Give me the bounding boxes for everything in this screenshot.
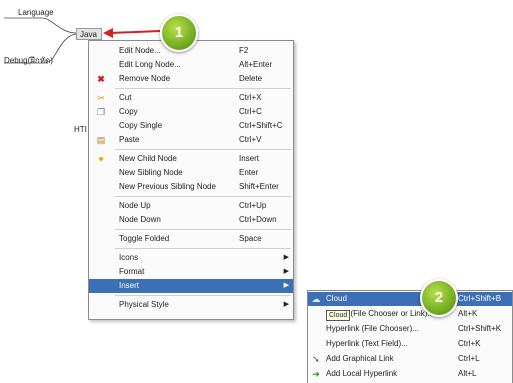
menu-item-new-previous-sibling-node[interactable]: New Previous Sibling Node Shift+Enter xyxy=(89,180,293,194)
menu-item-label: Edit Node... xyxy=(119,46,161,55)
menu-item-shortcut: Space xyxy=(239,234,262,243)
menu-item-cut[interactable]: ✂ Cut Ctrl+X xyxy=(89,91,293,105)
menu-item-shortcut: Ctrl+X xyxy=(239,93,262,102)
menu-item-label: New Child Node xyxy=(119,154,177,163)
submenu-item-add-graphical-link[interactable]: ➘ Add Graphical Link Ctrl+L xyxy=(308,352,512,366)
menu-item-label: Paste xyxy=(119,135,140,144)
menu-item-shortcut: Alt+Enter xyxy=(239,60,273,69)
menu-item-label: Copy xyxy=(119,107,138,116)
node-context-menu: Edit Node... F2 Edit Long Node... Alt+En… xyxy=(88,40,294,320)
menu-separator xyxy=(115,295,291,296)
menu-item-copy-single[interactable]: Copy Single Ctrl+Shift+C xyxy=(89,119,293,133)
menu-item-label: Copy Single xyxy=(119,121,163,130)
submenu-item-hyperlink-text-field[interactable]: Hyperlink (Text Field)... Ctrl+K xyxy=(308,337,512,351)
submenu-item-cloud[interactable]: ☁ Cloud Ctrl+Shift+B xyxy=(308,292,512,306)
submenu-arrow-icon: ▶ xyxy=(283,301,289,308)
menu-item-shortcut: Ctrl+V xyxy=(239,135,262,144)
menu-item-node-up[interactable]: Node Up Ctrl+Up xyxy=(89,199,293,213)
menu-item-label: Hyperlink (File Chooser)... xyxy=(326,324,419,333)
menu-separator xyxy=(115,248,291,249)
menu-item-label: Add Local Hyperlink xyxy=(326,369,398,378)
menu-item-toggle-folded[interactable]: Toggle Folded Space xyxy=(89,232,293,246)
node-java[interactable]: Java xyxy=(76,28,102,40)
annotation-badge-1: 1 xyxy=(160,14,198,52)
menu-item-label: Cut xyxy=(119,93,132,102)
menu-item-edit-long-node[interactable]: Edit Long Node... Alt+Enter xyxy=(89,58,293,72)
menu-item-shortcut: Insert xyxy=(239,154,260,163)
menu-item-new-sibling-node[interactable]: New Sibling Node Enter xyxy=(89,166,293,180)
annotation-arrowhead-1 xyxy=(103,28,113,38)
menu-separator xyxy=(115,229,291,230)
menu-item-shortcut: Ctrl+Shift+B xyxy=(458,294,502,303)
local-link-icon: ➜ xyxy=(312,369,320,379)
node-debug[interactable]: Debug(ฝึกหัด) xyxy=(4,54,53,67)
edge-language xyxy=(41,17,77,34)
menu-item-shortcut: Ctrl+C xyxy=(239,107,262,116)
menu-item-label: New Sibling Node xyxy=(119,168,183,177)
menu-item-physical-style[interactable]: Physical Style ▶ xyxy=(89,298,293,312)
menu-item-label: Node Up xyxy=(119,201,151,210)
submenu-item-add-local-hyperlink[interactable]: ➜ Add Local Hyperlink Alt+L xyxy=(308,367,512,381)
cloud-icon: ☁ xyxy=(311,294,321,304)
menu-item-paste[interactable]: ▤ Paste Ctrl+V xyxy=(89,133,293,147)
menu-item-label: Add Graphical Link xyxy=(326,354,394,363)
menu-separator xyxy=(115,196,291,197)
menu-item-insert[interactable]: Insert ▶ xyxy=(89,279,293,293)
menu-item-label: Physical Style xyxy=(119,300,169,309)
annotation-arrow-1 xyxy=(109,30,161,34)
cut-icon: ✂ xyxy=(97,93,105,103)
bulb-icon: ♥ xyxy=(98,154,104,164)
menu-item-remove-node[interactable]: ✖ Remove Node Delete xyxy=(89,72,293,86)
menu-separator xyxy=(115,88,291,89)
submenu-item-hyperlink-file-chooser[interactable]: Hyperlink (File Chooser)... Ctrl+Shift+K xyxy=(308,322,512,336)
menu-item-shortcut: Alt+L xyxy=(458,369,477,378)
menu-item-label: Edit Long Node... xyxy=(119,60,181,69)
submenu-arrow-icon: ▶ xyxy=(283,282,289,289)
node-html-partial[interactable]: HTI xyxy=(74,125,87,134)
menu-item-shortcut: Ctrl+K xyxy=(458,339,481,348)
menu-item-icons[interactable]: Icons ▶ xyxy=(89,251,293,265)
menu-item-label: Insert xyxy=(119,281,140,290)
copy-icon: ❐ xyxy=(96,107,106,117)
menu-item-shortcut: Delete xyxy=(239,74,263,83)
menu-item-label: Toggle Folded xyxy=(119,234,170,243)
annotation-badge-2: 2 xyxy=(420,279,458,317)
menu-item-shortcut: F2 xyxy=(239,46,249,55)
menu-item-shortcut: Shift+Enter xyxy=(239,182,279,191)
cloud-tooltip: Cloud xyxy=(326,310,351,321)
node-language[interactable]: Language xyxy=(18,8,54,17)
remove-icon: ✖ xyxy=(97,74,105,84)
menu-item-format[interactable]: Format ▶ xyxy=(89,265,293,279)
paste-icon: ▤ xyxy=(96,135,106,145)
menu-item-shortcut: Ctrl+L xyxy=(458,354,480,363)
menu-item-shortcut: Ctrl+Down xyxy=(239,215,277,224)
menu-item-shortcut: Ctrl+Shift+K xyxy=(458,324,502,333)
menu-item-shortcut: Alt+K xyxy=(458,309,478,318)
menu-item-label: Format xyxy=(119,267,145,276)
menu-item-label: Node Down xyxy=(119,215,161,224)
menu-item-shortcut: Ctrl+Shift+C xyxy=(239,121,283,130)
menu-item-copy[interactable]: ❐ Copy Ctrl+C xyxy=(89,105,293,119)
menu-item-shortcut: Ctrl+Up xyxy=(239,201,267,210)
submenu-arrow-icon: ▶ xyxy=(283,254,289,261)
menu-item-label: Cloud xyxy=(326,294,347,303)
menu-separator xyxy=(115,149,291,150)
menu-item-node-down[interactable]: Node Down Ctrl+Down xyxy=(89,213,293,227)
menu-item-label: Hyperlink (Text Field)... xyxy=(326,339,408,348)
menu-item-label: Icons xyxy=(119,253,139,262)
menu-item-new-child-node[interactable]: ♥ New Child Node Insert xyxy=(89,152,293,166)
menu-item-label: Remove Node xyxy=(119,74,171,83)
menu-item-shortcut: Enter xyxy=(239,168,259,177)
menu-item-label: New Previous Sibling Node xyxy=(119,182,216,191)
submenu-arrow-icon: ▶ xyxy=(283,268,289,275)
graphical-link-icon: ➘ xyxy=(312,354,320,364)
insert-submenu: ☁ Cloud Ctrl+Shift+B Image (File Chooser… xyxy=(307,290,513,383)
